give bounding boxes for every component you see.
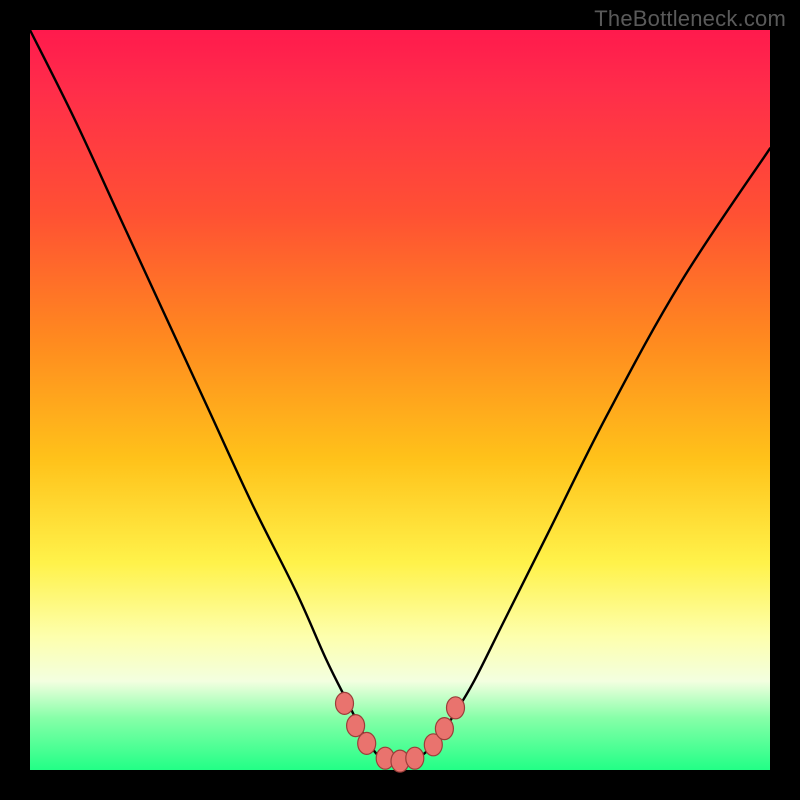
plot-area xyxy=(30,30,770,770)
curve-marker xyxy=(406,747,424,769)
chart-frame: TheBottleneck.com xyxy=(0,0,800,800)
curve-markers xyxy=(336,692,465,772)
curve-marker xyxy=(435,718,453,740)
curve-marker xyxy=(358,732,376,754)
watermark-text: TheBottleneck.com xyxy=(594,6,786,32)
bottleneck-curve xyxy=(30,30,770,764)
chart-svg xyxy=(30,30,770,770)
curve-marker xyxy=(336,692,354,714)
curve-marker xyxy=(447,697,465,719)
curve-marker xyxy=(347,715,365,737)
